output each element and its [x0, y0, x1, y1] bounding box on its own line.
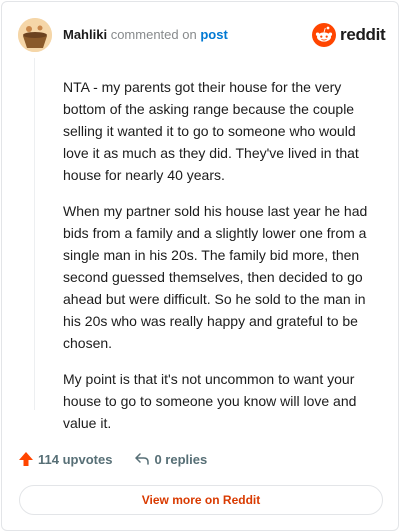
thread-line [34, 58, 35, 410]
upvote-arrow-icon [19, 452, 33, 466]
reply-count: 0 replies [154, 451, 208, 467]
comment-paragraph: My point is that it's not uncommon to wa… [63, 371, 357, 431]
username[interactable]: Mahliki [63, 27, 107, 42]
upvote-button[interactable]: 114 upvotes [18, 451, 112, 467]
comment-paragraph: NTA - my parents got their house for the… [63, 79, 359, 183]
comment-embed-card: Mahliki commented on post reddit NTA - m… [1, 1, 399, 531]
comment-actions: 114 upvotes 0 replies [18, 451, 207, 467]
view-more-button[interactable]: View more on Reddit [19, 485, 383, 515]
avatar[interactable] [18, 18, 52, 52]
replies-button[interactable]: 0 replies [134, 451, 207, 467]
reddit-snoo-icon [312, 23, 336, 47]
comment-header: Mahliki commented on post [63, 27, 228, 42]
upvote-count: 114 upvotes [38, 451, 113, 467]
comment-paragraph: When my partner sold his house last year… [63, 203, 368, 351]
reddit-logo[interactable]: reddit [312, 23, 386, 47]
view-more-label: View more on Reddit [141, 493, 261, 507]
action-text: commented on [110, 27, 197, 42]
reddit-wordmark: reddit [340, 25, 386, 44]
comment-body: NTA - my parents got their house for the… [63, 76, 371, 448]
post-link[interactable]: post [200, 27, 227, 42]
reply-arrow-icon [135, 453, 150, 465]
